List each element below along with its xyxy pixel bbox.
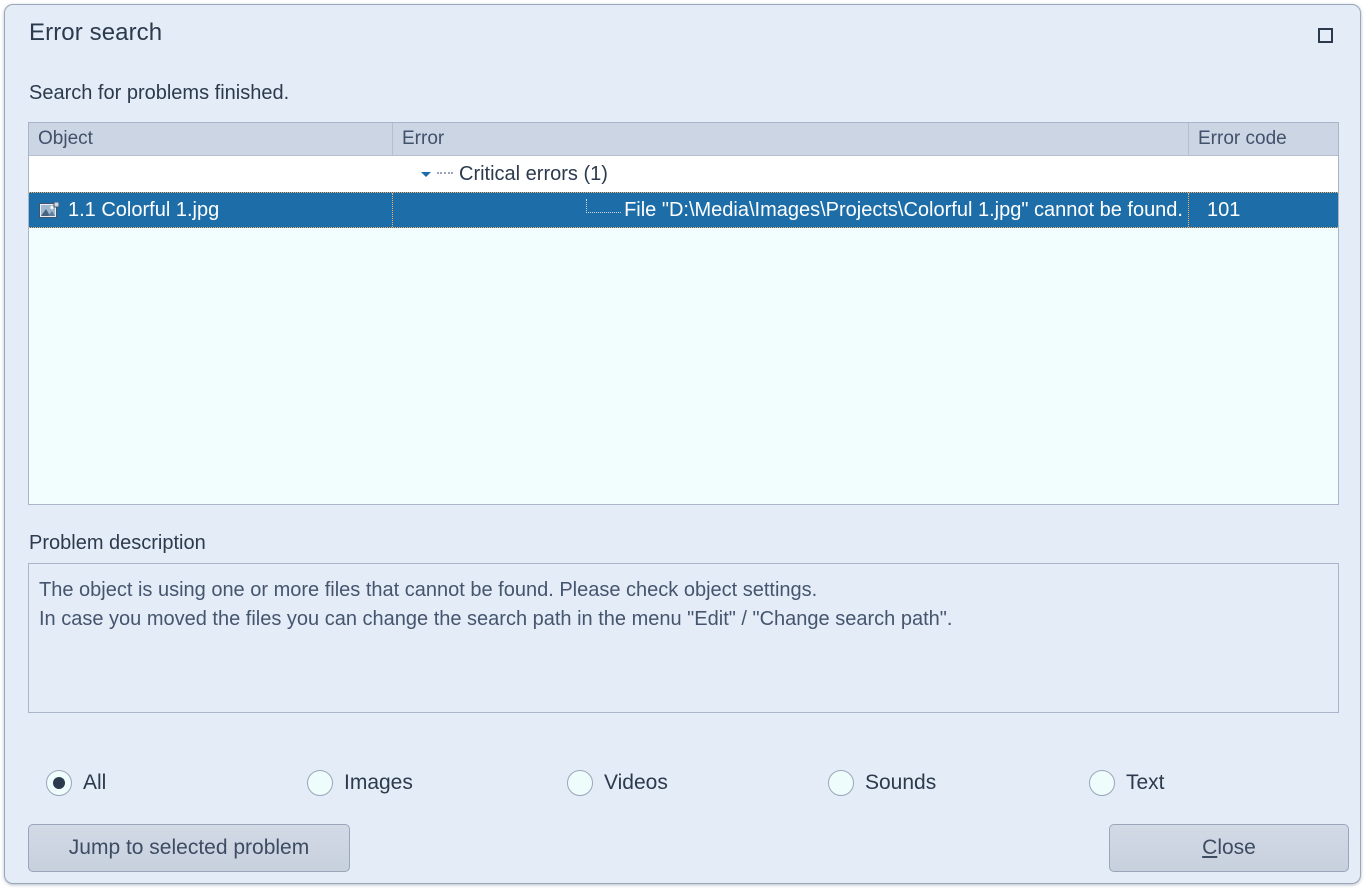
radio-images[interactable]: Images [307, 762, 413, 804]
close-button-accel: C [1202, 836, 1217, 860]
column-header-object[interactable]: Object [29, 123, 393, 155]
tree-connector-line [437, 172, 453, 174]
problem-description-label: Problem description [29, 532, 206, 555]
column-header-error[interactable]: Error [393, 123, 1189, 155]
radio-label-sounds: Sounds [865, 771, 936, 795]
maximize-square-glyph [1318, 28, 1333, 43]
table-row-group[interactable]: Critical errors (1) [29, 156, 1338, 192]
error-search-dialog: Error search Search for problems finishe… [4, 4, 1361, 884]
radio-circle-text [1089, 770, 1115, 796]
maximize-square-icon[interactable] [1313, 23, 1337, 47]
radio-label-text: Text [1126, 771, 1165, 795]
row-error-label: File "D:\Media\Images\Projects\Colorful … [624, 199, 1183, 222]
chevron-down-icon[interactable] [417, 165, 435, 183]
radio-sounds[interactable]: Sounds [828, 762, 936, 804]
radio-label-images: Images [344, 771, 413, 795]
radio-circle-sounds [828, 770, 854, 796]
problem-description-line-2: In case you moved the files you can chan… [39, 605, 1328, 634]
radio-label-all: All [83, 771, 106, 795]
close-button-label-rest: lose [1217, 836, 1256, 860]
error-list[interactable]: Object Error Error code Critical errors … [28, 122, 1339, 505]
title-bar: Error search [5, 5, 1360, 63]
radio-circle-all [46, 770, 72, 796]
group-label: Critical errors (1) [459, 163, 608, 186]
list-header: Object Error Error code [29, 123, 1338, 156]
tree-elbow-connector [586, 199, 621, 213]
group-object-cell [29, 156, 393, 192]
row-error-inner: File "D:\Media\Images\Projects\Colorful … [399, 199, 1188, 222]
table-row[interactable]: 1.1 Colorful 1.jpg File "D:\Media\Images… [29, 192, 1338, 228]
row-object-label: 1.1 Colorful 1.jpg [68, 199, 219, 222]
problem-description-line-1: The object is using one or more files th… [39, 576, 1328, 605]
group-inner: Critical errors (1) [417, 163, 608, 186]
radio-all[interactable]: All [46, 762, 106, 804]
close-button[interactable]: Close [1109, 824, 1349, 872]
jump-to-selected-problem-button[interactable]: Jump to selected problem [28, 824, 350, 872]
row-error-cell: File "D:\Media\Images\Projects\Colorful … [393, 193, 1189, 227]
radio-circle-videos [567, 770, 593, 796]
status-text: Search for problems finished. [29, 82, 289, 105]
radio-text[interactable]: Text [1089, 762, 1165, 804]
radio-label-videos: Videos [604, 771, 668, 795]
group-code-cell [1189, 156, 1338, 192]
image-file-icon [39, 202, 59, 219]
problem-description-box: The object is using one or more files th… [28, 563, 1339, 713]
radio-circle-images [307, 770, 333, 796]
row-error-code: 101 [1189, 193, 1338, 227]
radio-videos[interactable]: Videos [567, 762, 668, 804]
page-title: Error search [29, 19, 162, 47]
row-object-cell: 1.1 Colorful 1.jpg [29, 193, 393, 227]
group-error-cell: Critical errors (1) [393, 156, 1189, 192]
filter-radio-group: All Images Videos Sounds Text [28, 762, 1339, 804]
column-header-error-code[interactable]: Error code [1189, 123, 1338, 155]
